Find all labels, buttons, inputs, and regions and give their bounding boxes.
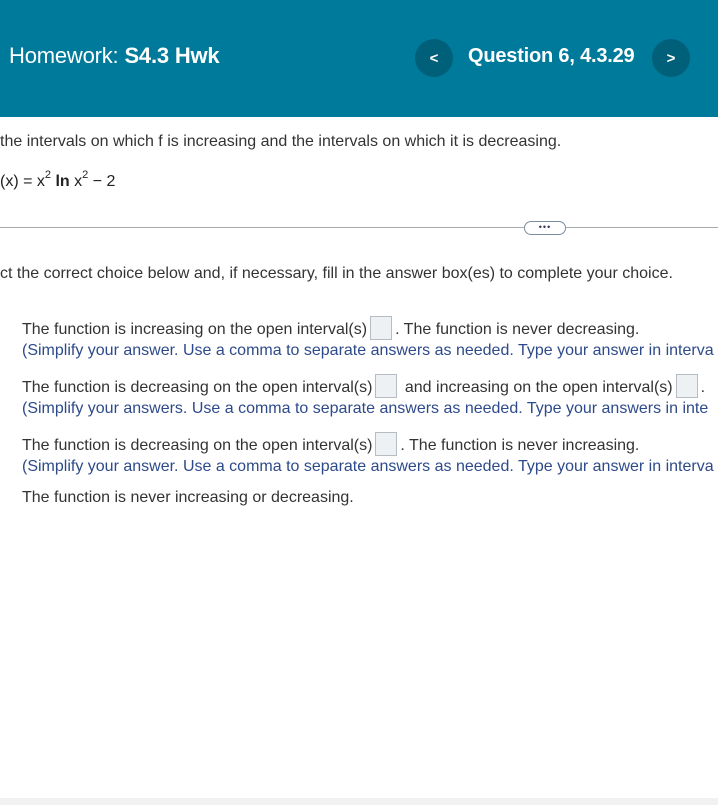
ln-operator: ln xyxy=(55,173,70,190)
choice-b-answer-box-1[interactable] xyxy=(375,374,398,398)
chevron-right-icon: > xyxy=(666,49,676,67)
top-header: Homework: S4.3 Hwk < Question 6, 4.3.29 > xyxy=(0,0,718,117)
choice-c-answer-box[interactable] xyxy=(375,432,398,456)
choice-a-after: . The function is never decreasing. xyxy=(395,321,640,339)
choice-a-text: The function is increasing on the open i… xyxy=(22,316,640,342)
footer-bar xyxy=(0,798,718,805)
question-label: Question 6, 4.3.29 xyxy=(468,45,635,67)
choice-c-hint: (Simplify your answer. Use a comma to se… xyxy=(22,458,714,475)
choice-a-before: The function is increasing on the open i… xyxy=(22,321,368,339)
function-lhs: (x) = x xyxy=(0,173,45,190)
more-options-button[interactable]: ••• xyxy=(524,221,566,235)
chevron-left-icon: < xyxy=(429,49,439,67)
homework-title: Homework: S4.3 Hwk xyxy=(9,43,220,69)
function-expression: (x) = x2 ln x2 − 2 xyxy=(0,169,116,191)
choice-b-text: The function is decreasing on the open i… xyxy=(22,374,706,400)
choice-b-middle: and increasing on the open interval(s) xyxy=(404,379,673,397)
next-question-button[interactable]: > xyxy=(652,39,690,77)
exponent-2: 2 xyxy=(82,168,89,181)
exponent-1: 2 xyxy=(44,168,52,181)
section-divider xyxy=(0,227,718,228)
instruction-text: ct the correct choice below and, if nece… xyxy=(0,265,673,282)
homework-name: S4.3 Hwk xyxy=(124,43,220,68)
homework-prefix: Homework: xyxy=(9,43,119,68)
choice-a-hint: (Simplify your answer. Use a comma to se… xyxy=(22,342,714,359)
function-rest: − 2 xyxy=(88,173,116,190)
question-prompt: the intervals on which f is increasing a… xyxy=(0,133,562,150)
choice-b-answer-box-2[interactable] xyxy=(675,374,698,398)
choice-b-hint: (Simplify your answers. Use a comma to s… xyxy=(22,400,709,417)
choice-a-answer-box[interactable] xyxy=(370,316,393,340)
choice-c-before: The function is decreasing on the open i… xyxy=(22,437,373,455)
previous-question-button[interactable]: < xyxy=(415,39,453,77)
choice-c-after: . The function is never increasing. xyxy=(400,437,640,455)
function-x: x xyxy=(69,173,83,190)
choice-b-before: The function is decreasing on the open i… xyxy=(22,379,373,397)
choice-b-after: . xyxy=(700,379,706,397)
choice-d-text: The function is never increasing or decr… xyxy=(22,489,354,506)
choice-c-text: The function is decreasing on the open i… xyxy=(22,432,640,458)
